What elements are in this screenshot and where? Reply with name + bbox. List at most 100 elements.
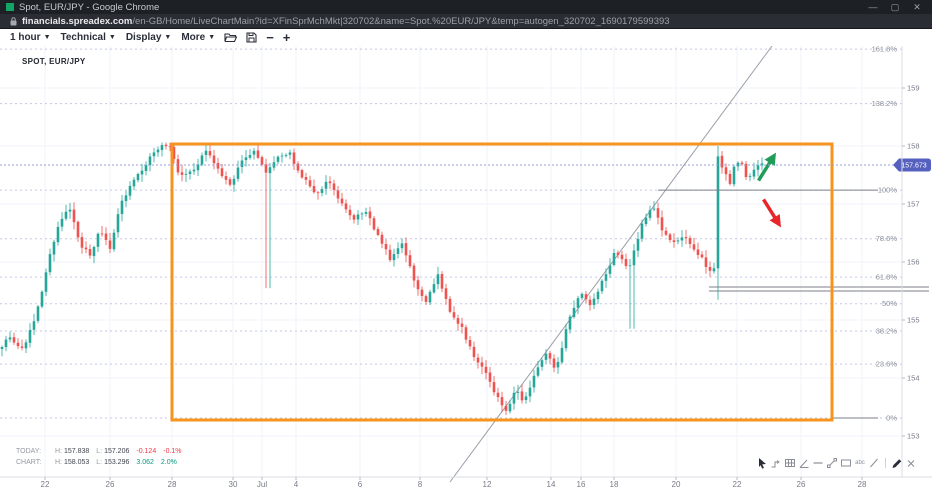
candle-body bbox=[533, 376, 536, 388]
trend-angle-tool-button[interactable] bbox=[798, 457, 810, 470]
down-arrow-drawing[interactable] bbox=[758, 196, 786, 230]
chart-svg[interactable]: 161.8%138.2%100%78.6%61.8%50%38.2%23.6%0… bbox=[0, 46, 932, 489]
candle-body bbox=[593, 299, 596, 305]
fib-label: 23.6% bbox=[876, 359, 898, 368]
rectangle-tool-button[interactable] bbox=[840, 457, 852, 470]
candle-body bbox=[105, 234, 108, 240]
elbow-line-tool-button[interactable] bbox=[770, 457, 782, 470]
candle-body bbox=[349, 210, 352, 215]
candle-body bbox=[509, 404, 512, 411]
candle-body bbox=[225, 176, 228, 180]
candle-body bbox=[201, 155, 204, 164]
time-tick-label: 22 bbox=[41, 480, 50, 489]
time-axis[interactable]: 22262830Jul4681214161820222628 bbox=[41, 477, 867, 489]
save-chart-button[interactable] bbox=[246, 32, 257, 43]
candle-body bbox=[117, 214, 120, 232]
candle-body bbox=[101, 234, 104, 235]
candle-body bbox=[257, 150, 260, 157]
chevron-down-icon: ▼ bbox=[44, 34, 51, 41]
candle-body bbox=[525, 396, 528, 400]
highlight-rectangle-drawing[interactable] bbox=[172, 144, 832, 420]
candle-body bbox=[689, 238, 692, 244]
candle-body bbox=[581, 294, 584, 298]
time-tick-label: 8 bbox=[418, 480, 423, 489]
candle-body bbox=[129, 186, 132, 196]
chevron-down-icon: ▼ bbox=[208, 34, 215, 41]
fib-label: 50% bbox=[882, 299, 897, 308]
address-bar[interactable]: financials.spreadex.com/en-GB/Home/LiveC… bbox=[0, 14, 932, 29]
candle-body bbox=[753, 170, 756, 177]
candle-body bbox=[721, 156, 724, 168]
open-chart-button[interactable] bbox=[224, 32, 237, 43]
chart-low: 153.296 bbox=[104, 459, 129, 466]
candle-body bbox=[293, 152, 296, 163]
pencil-tool-button[interactable] bbox=[891, 457, 903, 470]
technical-dropdown[interactable]: Technical ▼ bbox=[61, 32, 116, 43]
candle-body bbox=[93, 247, 96, 256]
remove-tool-button[interactable] bbox=[905, 457, 917, 470]
interval-label: 1 hour bbox=[10, 32, 41, 43]
candle-body bbox=[317, 192, 320, 193]
trend-line-tool-button[interactable] bbox=[826, 457, 838, 470]
horizontal-line-icon bbox=[812, 457, 824, 470]
time-tick-label: 18 bbox=[610, 480, 619, 489]
candle-body bbox=[505, 406, 508, 411]
candle-body bbox=[137, 174, 140, 180]
candle-body bbox=[557, 362, 560, 367]
candle-body bbox=[193, 170, 196, 172]
candle-body bbox=[205, 151, 208, 155]
fib-retracement[interactable]: 161.8%138.2%100%78.6%61.8%50%38.2%23.6%0… bbox=[0, 46, 902, 422]
low-prefix: L: bbox=[96, 448, 102, 455]
minimize-button[interactable]: — bbox=[862, 2, 884, 13]
trend-line-drawing[interactable] bbox=[450, 46, 772, 482]
candle-body bbox=[305, 177, 308, 180]
close-button[interactable]: ✕ bbox=[906, 2, 928, 13]
candle-body bbox=[73, 210, 76, 223]
candle-body bbox=[5, 340, 8, 347]
candle-body bbox=[277, 157, 280, 162]
candle-body bbox=[397, 248, 400, 254]
candle-body bbox=[693, 244, 696, 249]
fib-label: 138.2% bbox=[872, 99, 898, 108]
candle-body bbox=[29, 330, 32, 343]
candle-body bbox=[53, 242, 56, 255]
candle-body bbox=[513, 393, 516, 404]
window-controls: — ▢ ✕ bbox=[862, 2, 928, 13]
pencil-icon bbox=[891, 457, 903, 470]
pointer-tool-button[interactable] bbox=[756, 457, 768, 470]
time-tick-label: 4 bbox=[294, 480, 299, 489]
candle-body bbox=[21, 346, 24, 348]
chart-label: CHART: bbox=[16, 457, 48, 468]
candle-body bbox=[493, 382, 496, 392]
candle-body bbox=[217, 163, 220, 169]
horizontal-line-tool-button[interactable] bbox=[812, 457, 824, 470]
candle-body bbox=[289, 152, 292, 154]
zoom-out-button[interactable]: − bbox=[266, 33, 274, 43]
candle-body bbox=[321, 189, 324, 193]
candle-body bbox=[573, 308, 576, 317]
interval-dropdown[interactable]: 1 hour ▼ bbox=[10, 32, 51, 43]
candle-body bbox=[265, 164, 268, 172]
candle-body bbox=[741, 163, 744, 164]
today-high: 157.838 bbox=[64, 448, 89, 455]
candle-body bbox=[517, 392, 520, 393]
zoom-in-button[interactable]: + bbox=[283, 33, 291, 43]
text-tool-button[interactable]: abc bbox=[854, 457, 866, 470]
candle-body bbox=[97, 234, 100, 247]
grid-tool-button[interactable] bbox=[784, 457, 796, 470]
candle-body bbox=[229, 179, 232, 185]
chart-area[interactable]: 161.8%138.2%100%78.6%61.8%50%38.2%23.6%0… bbox=[0, 46, 932, 489]
display-dropdown[interactable]: Display ▼ bbox=[126, 32, 172, 43]
candle-body bbox=[597, 292, 600, 299]
trend-line-icon bbox=[826, 457, 838, 470]
candle-body bbox=[309, 180, 312, 186]
candle-body bbox=[253, 151, 256, 155]
maximize-button[interactable]: ▢ bbox=[884, 2, 906, 13]
line-tool-button[interactable] bbox=[868, 457, 880, 470]
more-dropdown[interactable]: More ▼ bbox=[181, 32, 215, 43]
candle-body bbox=[725, 167, 728, 174]
price-axis[interactable]: 159158157156155154153 bbox=[902, 84, 920, 441]
candle-body bbox=[453, 312, 456, 317]
candle-body bbox=[405, 243, 408, 255]
candle-body bbox=[17, 343, 20, 346]
